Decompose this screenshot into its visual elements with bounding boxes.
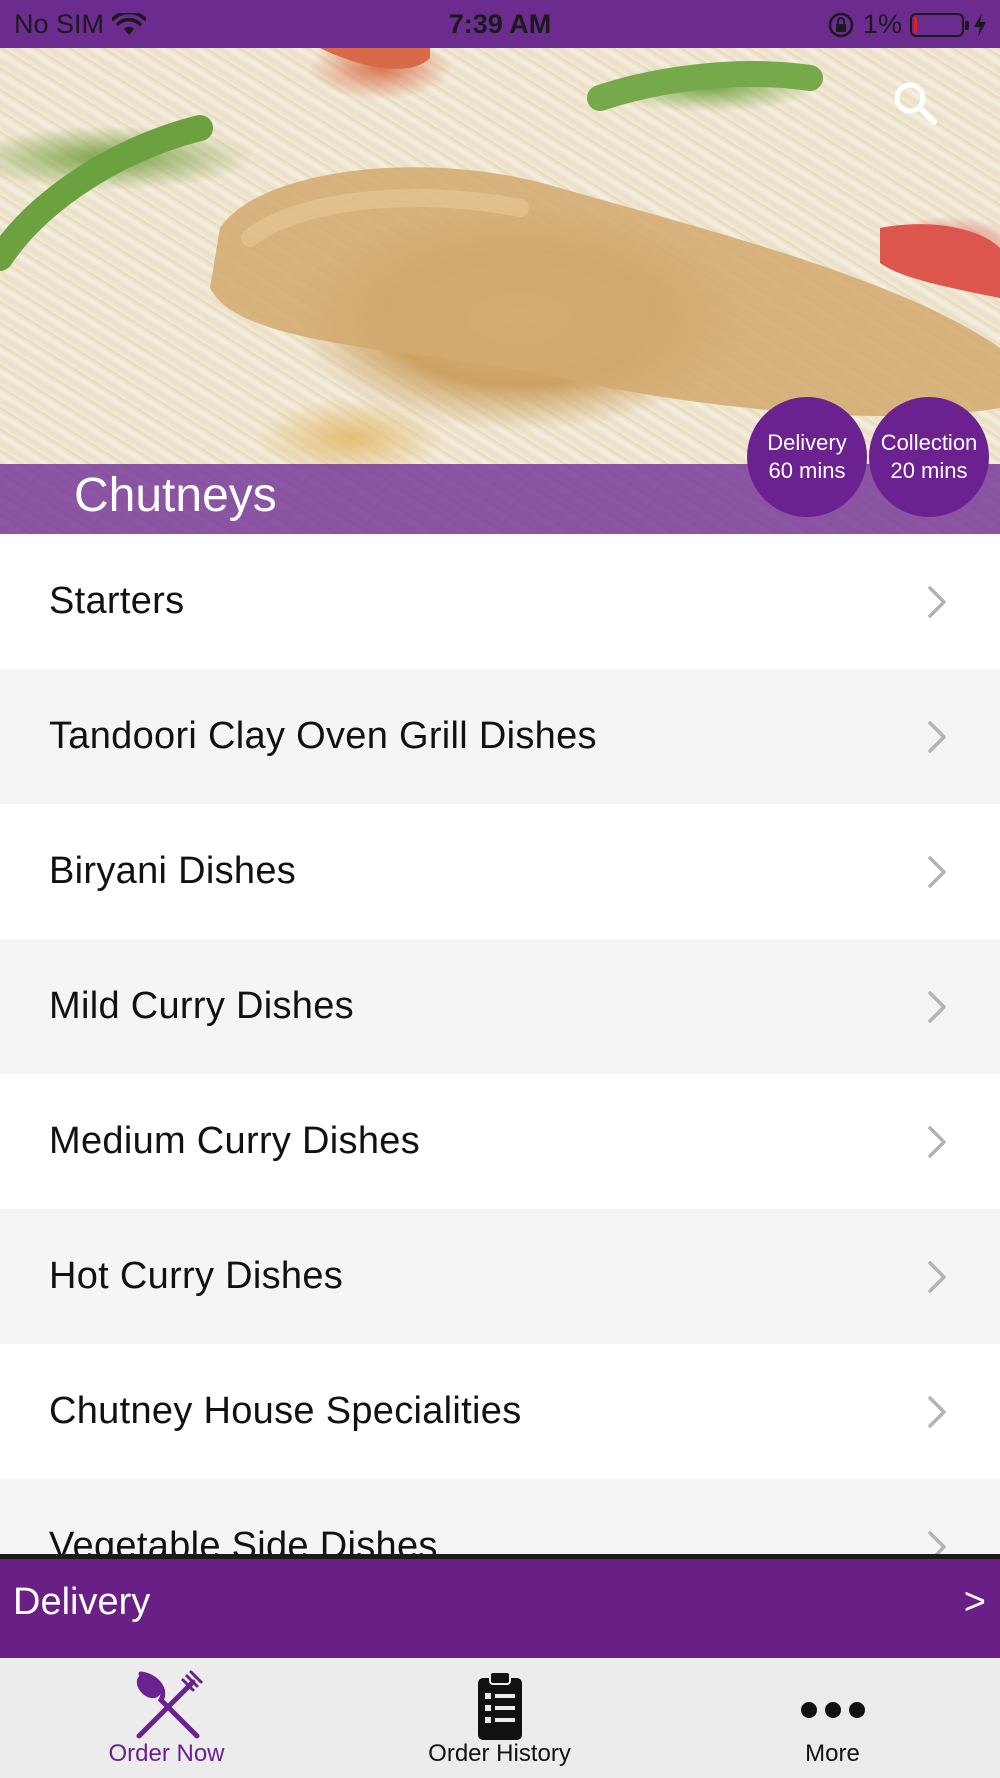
tab-order-now[interactable]: Order Now — [0, 1658, 333, 1778]
menu-item-label: Chutney House Specialities — [49, 1390, 522, 1432]
tab-more[interactable]: More — [666, 1658, 999, 1778]
menu-item-label: Mild Curry Dishes — [49, 985, 354, 1027]
battery-percent: 1% — [862, 9, 902, 39]
chevron-right-icon — [928, 1395, 946, 1428]
collection-badge-label: Collection — [880, 430, 978, 455]
chevron-right-icon — [928, 1125, 946, 1158]
menu-item-label: Starters — [49, 580, 185, 622]
menu-item-label: Tandoori Clay Oven Grill Dishes — [49, 715, 597, 757]
menu-item-medium-curry[interactable]: Medium Curry Dishes — [0, 1074, 1000, 1209]
chevron-right-icon — [928, 855, 946, 888]
delivery-time-badge: Delivery 60 mins — [747, 397, 867, 517]
menu-item-label: Biryani Dishes — [49, 850, 297, 892]
menu-item-specialities[interactable]: Chutney House Specialities — [0, 1344, 1000, 1479]
menu-category-list[interactable]: Starters Tandoori Clay Oven Grill Dishes… — [0, 534, 1000, 1554]
tab-bar: Order Now Order History More — [0, 1658, 1000, 1778]
more-dots-icon — [800, 1702, 865, 1718]
menu-item-starters[interactable]: Starters — [0, 534, 1000, 669]
battery-icon — [910, 12, 969, 37]
menu-item-hot-curry[interactable]: Hot Curry Dishes — [0, 1209, 1000, 1344]
clipboard-icon — [477, 1671, 522, 1740]
tab-label: More — [805, 1740, 860, 1767]
tab-label: Order Now — [108, 1740, 225, 1767]
fork-knife-icon — [136, 1670, 202, 1739]
menu-item-mild-curry[interactable]: Mild Curry Dishes — [0, 939, 1000, 1074]
menu-item-label: Vegetable Side Dishes — [49, 1525, 438, 1554]
delivery-mode-bar[interactable]: Delivery > — [0, 1554, 1000, 1658]
restaurant-title: Chutneys — [74, 469, 277, 522]
chevron-right-icon — [928, 1530, 946, 1554]
collection-time-badge: Collection 20 mins — [869, 397, 989, 517]
hero-banner: Chutneys Delivery 60 mins Collection 20 … — [0, 48, 1000, 534]
battery-fill — [914, 16, 917, 33]
menu-item-label: Hot Curry Dishes — [49, 1255, 344, 1297]
search-icon[interactable] — [890, 78, 940, 128]
menu-item-biryani[interactable]: Biryani Dishes — [0, 804, 1000, 939]
chevron-right-icon — [928, 990, 946, 1023]
tab-order-history[interactable]: Order History — [333, 1658, 666, 1778]
collection-badge-time: 20 mins — [890, 458, 968, 483]
menu-item-vegetable-sides[interactable]: Vegetable Side Dishes — [0, 1479, 1000, 1554]
status-right: 1% — [827, 9, 988, 40]
delivery-mode-arrow: > — [963, 1581, 986, 1623]
delivery-badge-label: Delivery — [767, 430, 847, 455]
menu-item-tandoori[interactable]: Tandoori Clay Oven Grill Dishes — [0, 669, 1000, 804]
menu-item-label: Medium Curry Dishes — [49, 1120, 421, 1162]
status-bar: No SIM 7:39 AM 1% — [0, 0, 1000, 48]
chevron-right-icon — [928, 720, 946, 753]
chevron-right-icon — [928, 1260, 946, 1293]
delivery-mode-label: Delivery — [13, 1581, 151, 1623]
charging-bolt-icon — [974, 12, 986, 37]
delivery-badge-time: 60 mins — [768, 458, 846, 483]
chevron-right-icon — [928, 585, 946, 618]
tab-label: Order History — [428, 1740, 571, 1767]
rotation-lock-icon — [828, 12, 854, 37]
